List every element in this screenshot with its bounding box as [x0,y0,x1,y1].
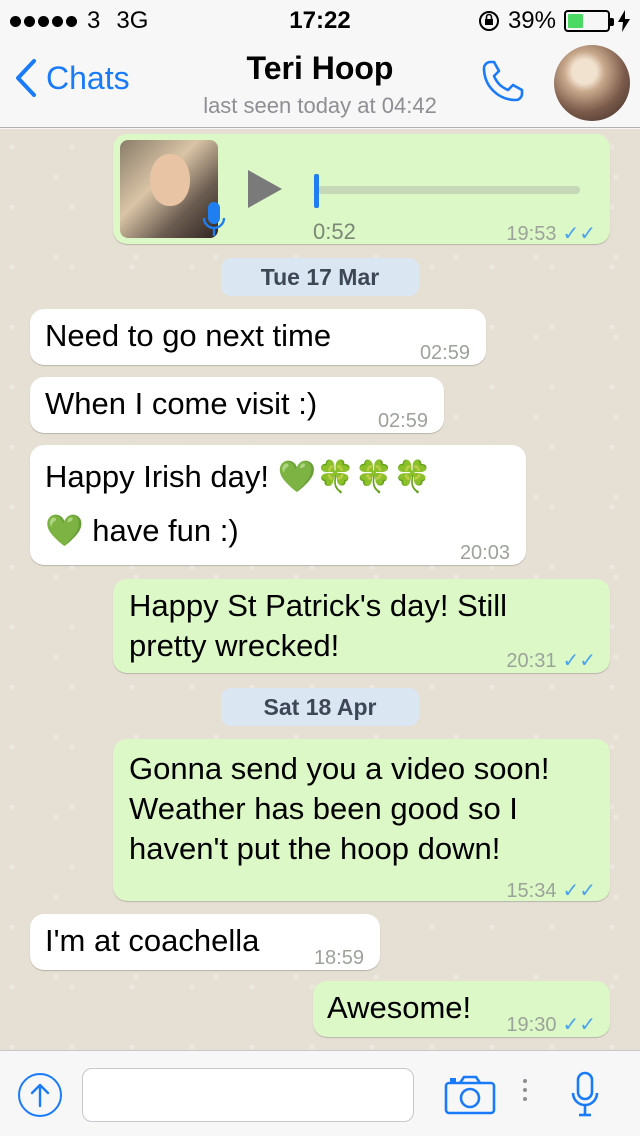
play-icon[interactable] [248,170,282,208]
read-receipt-icon: ✓✓ [562,223,596,245]
read-receipt-icon: ✓✓ [562,880,596,902]
record-button[interactable] [570,1071,600,1124]
message-text-line2: 💚 have fun :) [45,513,239,548]
battery-percent: 39% [507,7,556,34]
camera-icon [444,1075,496,1115]
voice-progress-track[interactable] [318,186,580,194]
message-text-line1: Happy St Patrick's day! Still [129,588,508,623]
incoming-message[interactable]: When I come visit :) 02:59 [30,377,444,433]
message-text-line1: Happy Irish day! 💚🍀🍀🍀 [45,459,433,494]
message-text-line2: Weather has been good so I [129,791,518,826]
message-text: Need to go next time [45,318,332,353]
outgoing-message[interactable]: Gonna send you a video soon! Weather has… [113,739,610,902]
microphone-icon [202,202,226,236]
battery-icon [564,10,614,32]
read-receipt-icon: ✓✓ [562,1014,596,1036]
incoming-message[interactable]: Happy Irish day! 💚🍀🍀🍀 💚 have fun :) 20:0… [30,445,526,565]
chevron-left-icon [16,59,36,97]
contact-name: Teri Hoop [246,50,394,86]
message-time: 19:53 ✓✓ [506,214,596,254]
chat-area[interactable]: 0:52 19:53 ✓✓ Tue 17 Mar Need to go next… [0,129,640,1050]
navigation-bar: Chats Teri Hoop last seen today at 04:42 [0,40,640,128]
more-options-icon[interactable] [523,1079,527,1101]
last-seen: last seen today at 04:42 [203,93,437,118]
message-time: 02:59 [419,342,470,364]
contact-info[interactable]: Teri Hoop last seen today at 04:42 [170,50,470,119]
microphone-icon [571,1071,599,1117]
message-time: 20:03 [459,542,510,564]
voice-duration: 0:52 [313,219,356,244]
message-text: When I come visit :) [45,386,318,421]
voice-message-bubble[interactable]: 0:52 19:53 ✓✓ [113,134,610,245]
status-right: 39% [478,7,630,35]
back-label: Chats [46,59,130,96]
phone-icon [482,60,524,102]
message-time: 02:59 [377,410,428,432]
camera-button[interactable] [444,1075,496,1120]
call-button[interactable] [478,56,528,111]
read-receipt-icon: ✓✓ [562,650,596,672]
contact-avatar[interactable] [554,45,630,121]
upload-arrow-icon [30,1083,50,1108]
attach-button[interactable] [18,1073,62,1117]
message-time: 18:59 [313,947,364,969]
message-text: Awesome! [327,990,472,1025]
back-button[interactable]: Chats [14,58,130,98]
message-text-line3: haven't put the hoop down! [129,831,501,866]
message-time: 20:31 ✓✓ [506,641,596,681]
message-text-line2: pretty wrecked! [129,628,340,663]
message-time: 15:34 ✓✓ [506,871,596,911]
date-separator: Sat 18 Apr [221,688,419,726]
outgoing-message[interactable]: Happy St Patrick's day! Still pretty wre… [113,579,610,673]
message-text-line1: Gonna send you a video soon! [129,751,550,786]
message-input[interactable] [82,1068,414,1122]
rotation-lock-icon [478,11,499,31]
message-input-bar [0,1050,640,1136]
incoming-message[interactable]: I'm at coachella 18:59 [30,914,380,970]
message-time: 19:30 ✓✓ [506,1005,596,1045]
incoming-message[interactable]: Need to go next time 02:59 [30,309,486,365]
outgoing-message[interactable]: Awesome! 19:30 ✓✓ [313,981,610,1037]
voice-progress-knob[interactable] [314,174,319,208]
date-separator: Tue 17 Mar [221,258,419,296]
message-text: I'm at coachella [45,923,260,958]
status-bar: 3 3G 17:22 39% [0,0,640,40]
charging-icon [618,10,630,32]
